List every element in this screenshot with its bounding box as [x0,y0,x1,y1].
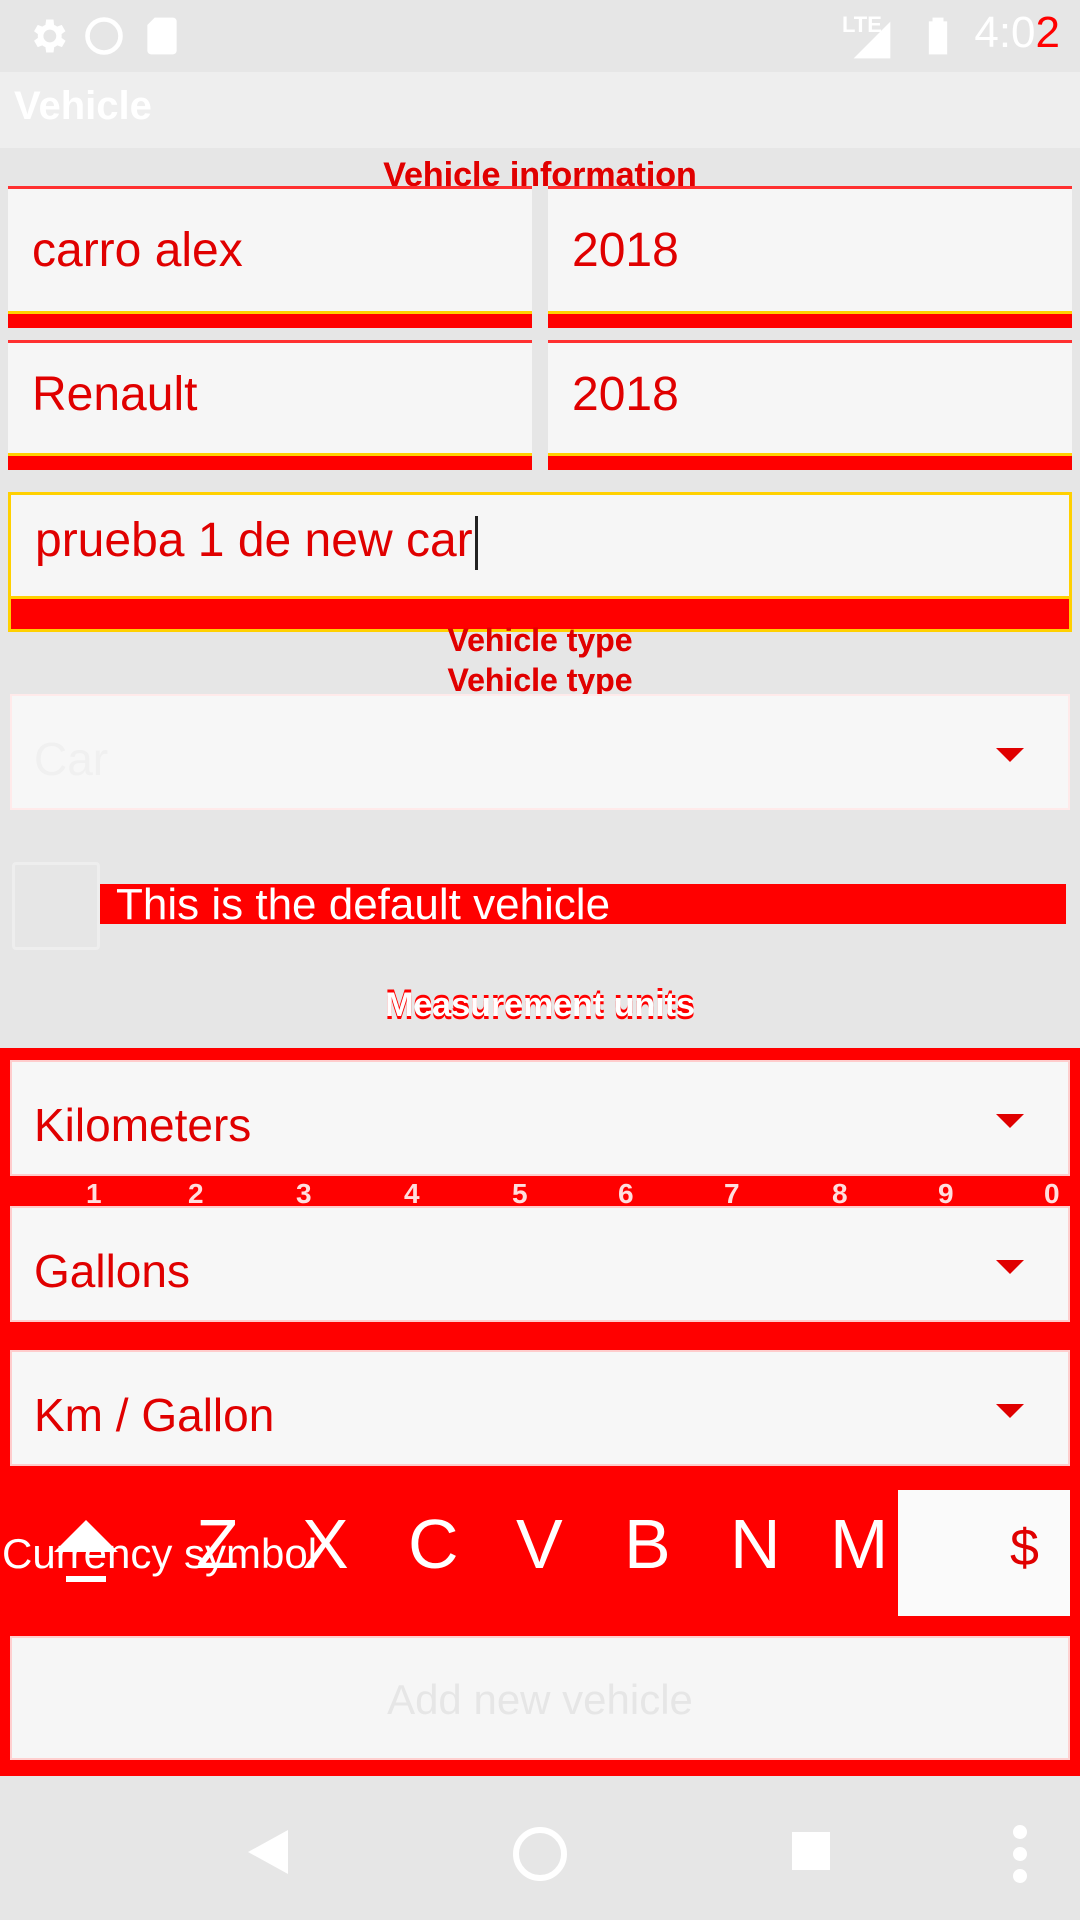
vehicle-model-value: 2018 [572,368,679,421]
navigation-bar [0,1776,1080,1920]
clock-last-digit: 2 [1035,8,1060,57]
measurement-units-title: Measurement units [385,986,695,1024]
vehicle-type-dropdown[interactable]: Car [10,694,1070,810]
vehicle-description-field[interactable]: prueba 1 de new car [8,492,1072,632]
vehicle-model-field[interactable]: 2018 [548,340,1072,470]
sd-card-icon [147,17,177,55]
vehicle-year-field[interactable]: 2018 [548,186,1072,328]
settings-icon [34,19,66,53]
volume-unit-dropdown[interactable]: Gallons [10,1206,1070,1322]
battery-icon [928,17,948,55]
add-new-vehicle-button[interactable]: Add new vehicle [10,1636,1070,1760]
app-bar: Vehicle [0,72,1080,148]
home-icon[interactable] [512,1826,568,1882]
add-new-vehicle-label: Add new vehicle [387,1676,693,1723]
status-bar: LTE 4:02 [0,0,1080,72]
vehicle-description-text: prueba 1 de new car [35,514,473,567]
vehicle-brand-field[interactable]: Renault [8,340,532,470]
vehicle-model-underline [548,453,1072,470]
currency-symbol-label: Currency symbol [2,1530,318,1577]
distance-unit-value: Kilometers [34,1099,252,1151]
clock: 4:02 [974,8,1060,58]
chevron-down-icon [996,1404,1024,1418]
efficiency-unit-dropdown[interactable]: Km / Gallon [10,1350,1070,1466]
vehicle-description-value: prueba 1 de new car [35,513,478,571]
more-options-icon[interactable] [1010,1824,1030,1884]
recents-icon[interactable] [792,1832,830,1870]
clock-main: 4:0 [974,8,1036,57]
vehicle-year-underline [548,311,1072,328]
key-b[interactable]: B [624,1504,671,1584]
key-c[interactable]: C [408,1504,459,1584]
distance-unit-dropdown[interactable]: Kilometers [10,1060,1070,1176]
efficiency-unit-value: Km / Gallon [34,1389,275,1441]
signal-icon [853,21,891,59]
key-m[interactable]: M [830,1504,888,1584]
volume-unit-value: Gallons [34,1245,190,1297]
page-title: Vehicle [14,84,152,128]
default-vehicle-checkbox[interactable] [12,862,100,950]
vehicle-name-underline [8,311,532,328]
chevron-down-icon [996,748,1024,762]
vehicle-brand-underline [8,453,532,470]
circle-status-icon [85,17,123,55]
back-icon[interactable] [248,1830,288,1874]
vehicle-type-value: Car [34,733,109,785]
currency-symbol-field[interactable] [898,1490,1070,1616]
vehicle-name-value: carro alex [32,224,243,277]
key-n[interactable]: N [730,1504,781,1584]
currency-symbol-value: $ [1010,1519,1039,1577]
vehicle-type-label: Vehicle type [447,622,633,658]
vehicle-name-field[interactable]: carro alex [8,186,532,328]
vehicle-brand-value: Renault [32,368,198,421]
vehicle-year-value: 2018 [572,224,679,277]
text-cursor [474,516,478,571]
key-v[interactable]: V [516,1504,563,1584]
chevron-down-icon [996,1260,1024,1274]
chevron-down-icon [996,1114,1024,1128]
default-vehicle-label: This is the default vehicle [116,880,611,929]
